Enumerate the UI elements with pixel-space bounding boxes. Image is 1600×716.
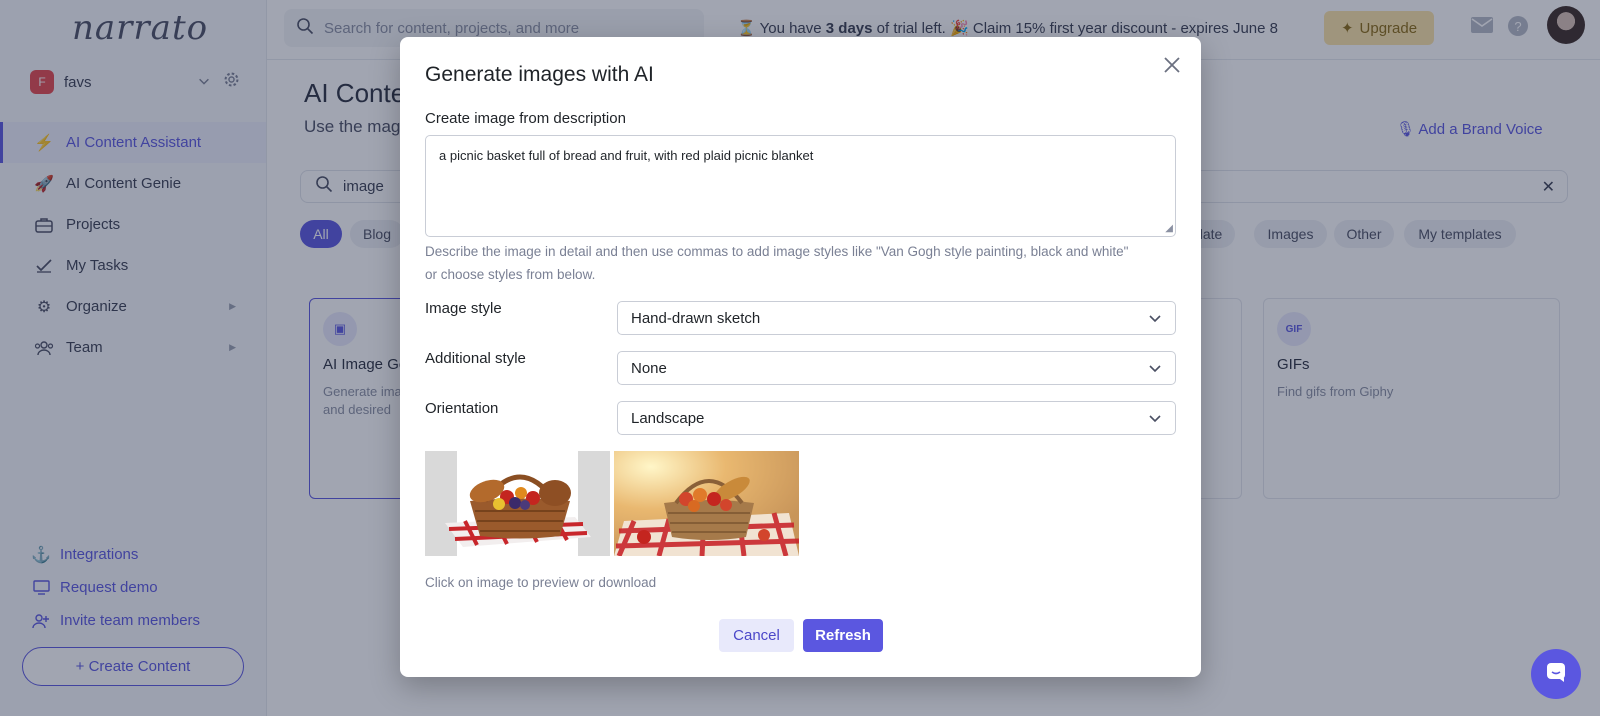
chevron-down-icon [1149, 315, 1161, 323]
select-value: Landscape [631, 409, 705, 427]
chat-launcher-button[interactable] [1531, 649, 1581, 699]
help-line: or choose styles from below. [425, 267, 596, 282]
image-style-select[interactable]: Hand-drawn sketch [617, 301, 1176, 335]
description-textarea[interactable]: a picnic basket full of bread and fruit,… [425, 135, 1176, 237]
cancel-button[interactable]: Cancel [719, 619, 794, 652]
select-value: Hand-drawn sketch [631, 309, 761, 327]
description-help: Describe the image in detail and then us… [425, 240, 1180, 286]
close-icon[interactable] [1162, 55, 1182, 80]
help-line: Describe the image in detail and then us… [425, 244, 1129, 259]
generated-image-1[interactable] [425, 451, 610, 556]
additional-style-select[interactable]: None [617, 351, 1176, 385]
preview-note: Click on image to preview or download [425, 575, 657, 590]
orientation-select[interactable]: Landscape [617, 401, 1176, 435]
chevron-down-icon [1149, 415, 1161, 423]
description-value: a picnic basket full of bread and fruit,… [439, 148, 814, 163]
generate-images-dialog: Generate images with AI Create image fro… [400, 37, 1201, 677]
chat-icon [1544, 660, 1568, 689]
generated-image-2[interactable] [614, 451, 799, 556]
dialog-title: Generate images with AI [425, 63, 654, 86]
select-value: None [631, 359, 667, 377]
chevron-down-icon [1149, 365, 1161, 373]
refresh-button[interactable]: Refresh [803, 619, 883, 652]
image-style-label: Image style [425, 300, 502, 317]
orientation-label: Orientation [425, 400, 499, 417]
additional-style-label: Additional style [425, 350, 526, 367]
description-label: Create image from description [425, 110, 626, 127]
resize-handle-icon[interactable]: ◢ [1165, 224, 1173, 234]
